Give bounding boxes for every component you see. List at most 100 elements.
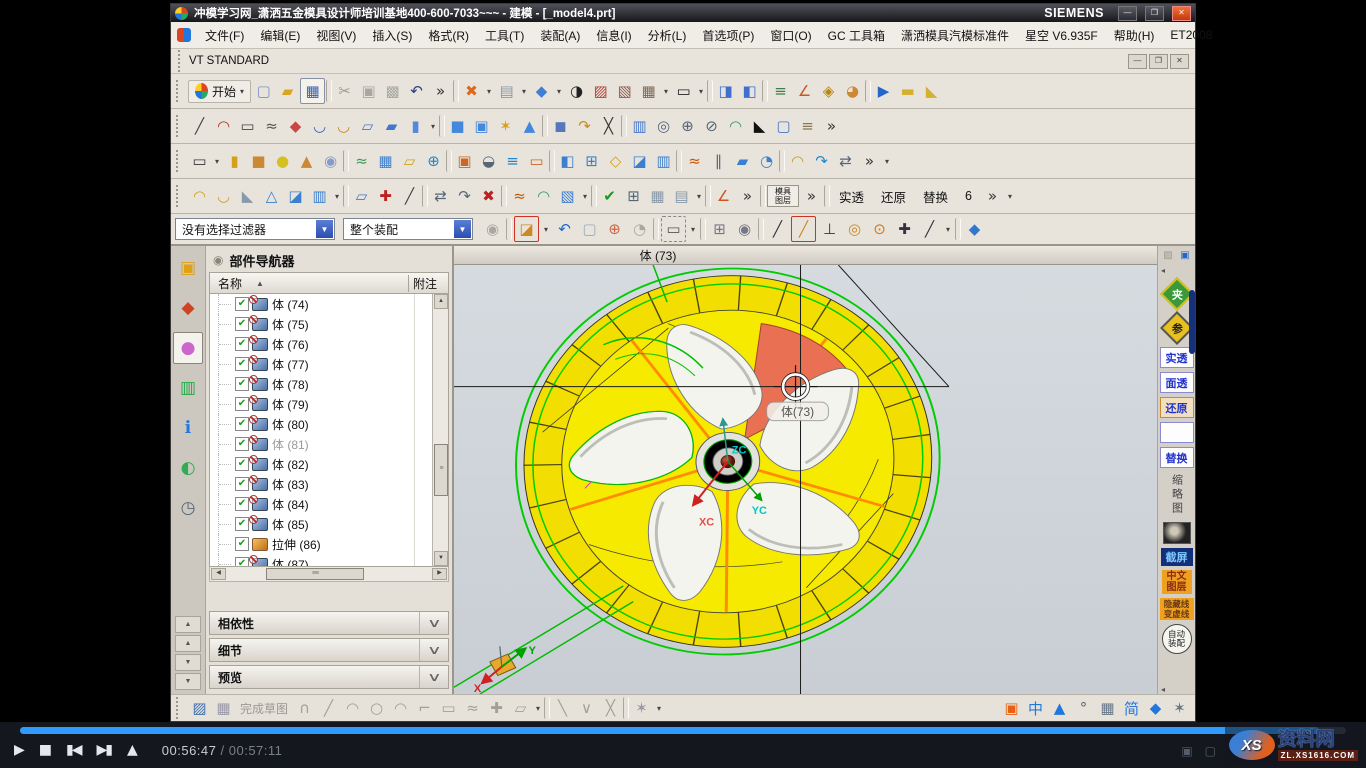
hand-icon[interactable]: ◔	[628, 217, 651, 241]
cone-icon[interactable]: ▲	[295, 149, 318, 173]
menu-item[interactable]: 视图(V)	[308, 24, 364, 47]
visibility-checkbox[interactable]: ✔	[235, 377, 249, 391]
web-browser-icon[interactable]: ◐	[173, 452, 203, 484]
scroll-down-icon[interactable]: ▼	[175, 654, 201, 671]
tree-row[interactable]: ✔ 体 (81)	[210, 434, 433, 454]
snap-perp-icon[interactable]: ⊥	[818, 217, 841, 241]
freeform-icon[interactable]: ◠	[786, 149, 809, 173]
overflow-chevron[interactable]: »	[736, 184, 759, 208]
surface-icon[interactable]: ◠	[532, 184, 555, 208]
dropdown-caret[interactable]: ▾	[694, 184, 704, 208]
dropdown-caret[interactable]: ▾	[696, 79, 706, 103]
measure-icon[interactable]: ▬	[896, 79, 919, 103]
visibility-checkbox[interactable]: ✔	[235, 477, 249, 491]
text-toolbar-button[interactable]: 还原	[873, 184, 914, 209]
text-toolbar-button[interactable]: 实透	[831, 184, 872, 209]
sketch-task-icon[interactable]: ▨	[188, 697, 211, 719]
view-arrow-icon[interactable]: ▶	[872, 79, 895, 103]
palette-icon[interactable]: ◕	[841, 79, 864, 103]
dropdown-caret[interactable]: ▾	[882, 149, 892, 173]
panel-scrollbar[interactable]	[1189, 290, 1195, 354]
patch-icon[interactable]: ▧	[556, 184, 579, 208]
hidden-line-button[interactable]: 隐藏线 变虚线	[1160, 598, 1194, 620]
ime-zhong-icon[interactable]: 中	[1024, 697, 1047, 719]
dropdown-caret[interactable]: ▾	[519, 79, 529, 103]
split-icon[interactable]: ▥	[652, 149, 675, 173]
green-check-icon[interactable]: ✔	[598, 184, 621, 208]
corner-icon[interactable]: ⌐	[413, 697, 436, 719]
sketch-curve-icon[interactable]: ◡	[308, 114, 331, 138]
selection-filter-dropdown[interactable]: 没有选择过滤器 ▼	[175, 218, 335, 240]
scroll-right-icon[interactable]: ▶	[432, 568, 447, 580]
screenshot-button[interactable]: 截屏	[1161, 548, 1193, 566]
pad-icon[interactable]: ◼	[549, 114, 572, 138]
ime-box-icon[interactable]: ▣	[1000, 697, 1023, 719]
ime-gear-icon[interactable]: ✶	[1168, 697, 1191, 719]
snap-point-icon[interactable]: ◉	[733, 217, 756, 241]
gears-icon[interactable]: ◉	[481, 217, 504, 241]
touch-mode-icon[interactable]: ◈	[817, 79, 840, 103]
fillet-icon[interactable]: ◠	[389, 697, 412, 719]
scroll-left-icon[interactable]: ◂	[1158, 685, 1165, 694]
visibility-checkbox[interactable]: ✔	[235, 557, 249, 567]
annotation-icon[interactable]: ▤	[670, 184, 693, 208]
selection-ball-icon[interactable]: ◪	[514, 216, 539, 242]
solid-cube-icon[interactable]: ◆	[963, 217, 986, 241]
revolve-icon[interactable]: ▮	[404, 114, 427, 138]
hole-icon[interactable]: ◎	[652, 114, 675, 138]
trim-icon[interactable]: ◪	[628, 149, 651, 173]
delete-icon[interactable]: ✖	[477, 184, 500, 208]
split-body-icon[interactable]: ▥	[308, 184, 331, 208]
selection-scope-dropdown[interactable]: 整个装配 ▼	[343, 218, 473, 240]
extend-icon[interactable]: ∨	[575, 697, 598, 719]
sheet-icon[interactable]: ▱	[398, 149, 421, 173]
paste-icon[interactable]: ▩	[381, 79, 404, 103]
edge-blend-icon[interactable]: ◠	[188, 184, 211, 208]
name-column-header[interactable]: 名称	[218, 275, 242, 292]
shaded-cube-icon[interactable]: ◆	[530, 79, 553, 103]
scroll-left-icon[interactable]: ◀	[211, 568, 226, 580]
wcs-icon[interactable]: ∠	[793, 79, 816, 103]
trim-body-icon[interactable]: ◪	[284, 184, 307, 208]
information-icon[interactable]: ℹ	[173, 412, 203, 444]
mold-layer-button[interactable]: 模具 图层	[767, 185, 799, 207]
polygon-icon[interactable]: ▱	[509, 697, 532, 719]
sphere-icon[interactable]: ●	[271, 149, 294, 173]
rotate-object-icon[interactable]: ↷	[453, 184, 476, 208]
key-gear-icon[interactable]: ✶	[494, 114, 517, 138]
scroll-left-icon[interactable]: ◂	[1158, 266, 1165, 275]
groove-icon[interactable]: ◒	[477, 149, 500, 173]
part-navigator-icon[interactable]: ●	[173, 332, 203, 364]
table-icon[interactable]: ▦	[646, 184, 669, 208]
chevron-down-icon[interactable]: ∨	[419, 612, 448, 634]
point-icon[interactable]: ✚	[374, 184, 397, 208]
dropdown-caret[interactable]: ▾	[212, 149, 222, 173]
scrollbar-thumb[interactable]: ≡≡	[266, 568, 364, 580]
navigator-section[interactable]: 相依性 ∨	[209, 611, 449, 635]
marquee-icon[interactable]: ▭	[661, 216, 686, 242]
restore-button[interactable]: ❐	[1145, 6, 1164, 21]
rotate-sphere-icon[interactable]: ◑	[565, 79, 588, 103]
cube-axes-icon[interactable]: ▦	[637, 79, 660, 103]
screen-window-icon[interactable]: ✖	[460, 79, 483, 103]
chamfer-icon[interactable]: ◣	[748, 114, 771, 138]
menu-item[interactable]: 插入(S)	[364, 24, 420, 47]
sort-ascending-icon[interactable]: ▲	[256, 279, 264, 288]
slot-icon[interactable]: ▭	[525, 149, 548, 173]
pattern-table-icon[interactable]: ⊞	[622, 184, 645, 208]
text-toolbar-button[interactable]: 替换	[915, 184, 956, 209]
visibility-checkbox[interactable]: ✔	[235, 417, 249, 431]
chamfer-icon[interactable]: ◣	[236, 184, 259, 208]
swirl-icon[interactable]: ↷	[810, 149, 833, 173]
sew-icon[interactable]: ≈	[683, 149, 706, 173]
sketch-icon[interactable]: ≈	[508, 184, 531, 208]
eraser-icon[interactable]: ▢	[578, 217, 601, 241]
boss-icon[interactable]: ▲	[518, 114, 541, 138]
tree-row[interactable]: ✔ 体 (74)	[210, 294, 433, 314]
close-button[interactable]: ✕	[1172, 6, 1191, 21]
snap-diag-icon[interactable]: ╱	[918, 217, 941, 241]
doc-minimize-button[interactable]: —	[1128, 54, 1147, 69]
box-icon[interactable]: ■	[247, 149, 270, 173]
scroll-bottom-icon[interactable]: ▼	[175, 673, 201, 690]
tree-row[interactable]: ✔ 体 (78)	[210, 374, 433, 394]
